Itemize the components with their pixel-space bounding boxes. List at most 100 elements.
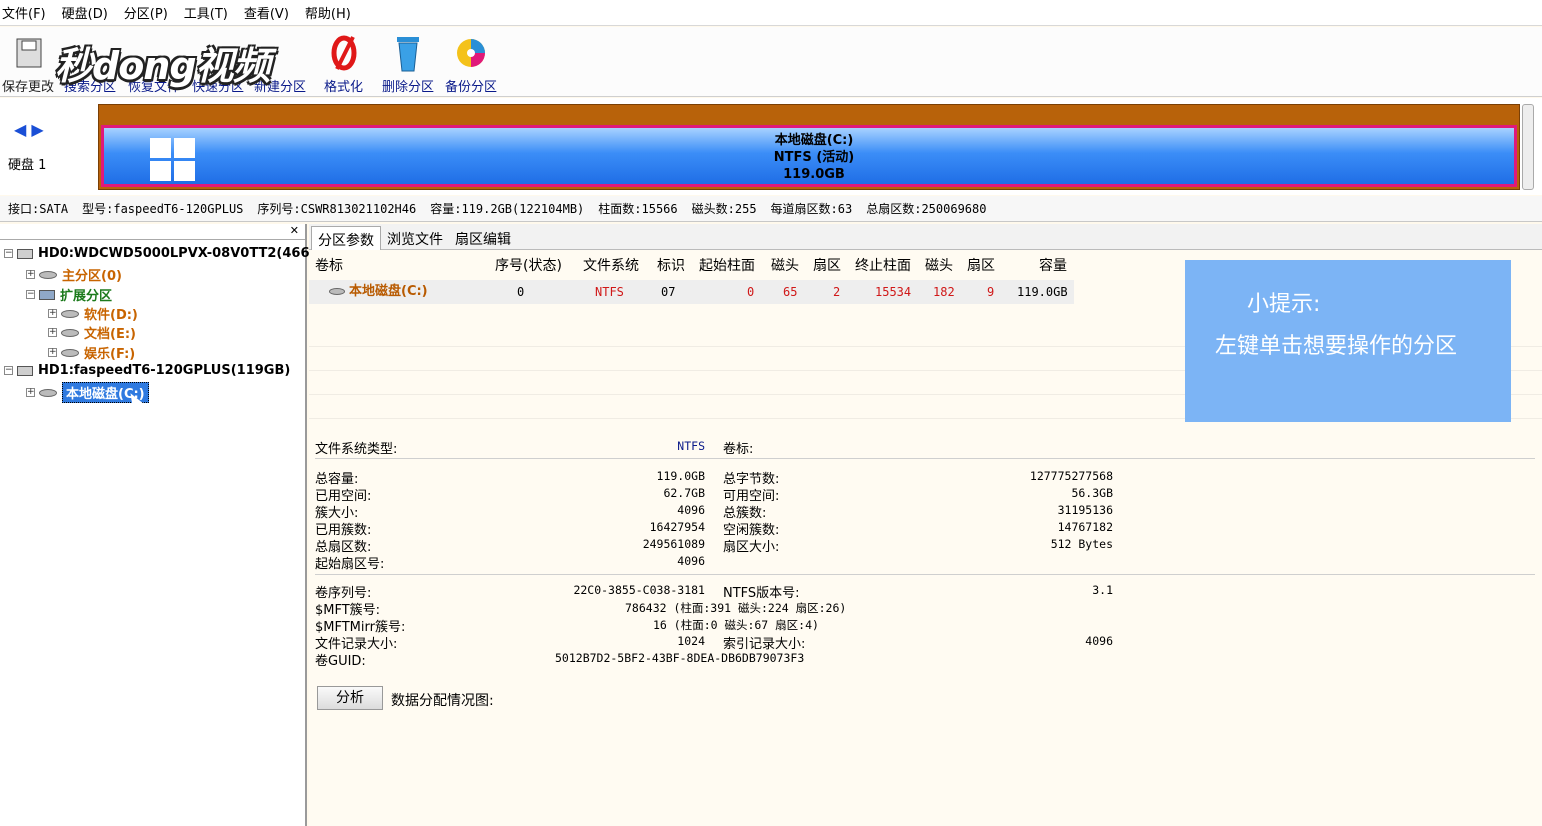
format-icon [327, 33, 361, 73]
tab-partition-params[interactable]: 分区参数 [311, 226, 381, 250]
total-clusters-value: 31195136 [1057, 503, 1113, 517]
close-icon[interactable]: ✕ [290, 224, 299, 237]
disk-info-line: 接口:SATA 型号:faspeedT6-120GPLUS 序列号:CSWR81… [0, 196, 1542, 222]
menu-help[interactable]: 帮助(H) [305, 3, 351, 22]
tab-sector-edit[interactable]: 扇区编辑 [449, 226, 517, 250]
backup-partition-button[interactable]: 备份分区 [445, 33, 497, 95]
disk-map: ◀ ▶ 硬盘 1 本地磁盘(C:) NTFS (活动) 119.0GB [0, 98, 1542, 195]
extended-partition-icon [39, 289, 55, 300]
tree-node-primary[interactable]: + 主分区(0) [26, 265, 122, 284]
disk-model: 型号:faspeedT6-120GPLUS [82, 202, 244, 216]
ntfs-version-label: NTFS版本号: [723, 586, 800, 601]
tip-title: 小提示: [1247, 292, 1321, 317]
sector-size-value: 512 Bytes [1050, 537, 1113, 551]
total-sectors-value: 249561089 [642, 537, 705, 551]
format-button[interactable]: 格式化 [324, 33, 363, 95]
delete-partition-button[interactable]: 删除分区 [382, 33, 434, 95]
divider [315, 574, 1535, 575]
partition-caption: 本地磁盘(C:) NTFS (活动) 119.0GB [724, 132, 904, 183]
disk-nav-arrows[interactable]: ◀ ▶ [14, 120, 44, 139]
row-id: 07 [661, 285, 676, 299]
partition-panel: 分区参数 浏览文件 扇区编辑 卷标 序号(状态) 文件系统 标识 起始柱面 磁头… [309, 224, 1542, 826]
tree-node-hd1[interactable]: − HD1:faspeedT6-120GPLUS(119GB) [4, 363, 290, 378]
used-clusters-value: 16427954 [649, 520, 705, 534]
disk-total-sectors: 总扇区数:250069680 [866, 202, 987, 216]
drive-icon [61, 309, 79, 318]
total-bytes-value: 127775277568 [1029, 469, 1113, 483]
toolbar: 保存更改 搜索分区 恢复文件 快速分区 新建分区 秒dong视频 格式化 删除分… [0, 27, 1542, 97]
partition-name: 本地磁盘(C:) [774, 133, 854, 148]
analyze-button[interactable]: 分析 [317, 686, 383, 710]
collapse-icon[interactable]: − [4, 249, 13, 258]
disk-cylinders: 柱面数:15566 [598, 202, 678, 216]
menu-partition[interactable]: 分区(P) [124, 3, 168, 22]
drive-icon [329, 288, 345, 295]
tip-body: 左键单击想要操作的分区 [1215, 334, 1458, 359]
partition-size: 119.0GB [783, 167, 845, 182]
watermark-logo: 秒dong视频 [55, 44, 271, 88]
volume-guid-value: 5012B7D2-5BF2-43BF-8DEA-DB6DB79073F3 [555, 651, 805, 665]
col-end-cyl[interactable]: 终止柱面 [855, 254, 911, 278]
index-record-size-label: 索引记录大小: [723, 637, 806, 652]
disk-map-scrollbar[interactable] [1522, 104, 1534, 190]
col-volume[interactable]: 卷标 [315, 254, 343, 278]
row-start-cyl: 0 [747, 285, 755, 299]
menu-file[interactable]: 文件(F) [2, 3, 46, 22]
row-index: 0 [517, 285, 525, 299]
collapse-icon[interactable]: − [26, 290, 35, 299]
expand-icon[interactable]: + [48, 309, 57, 318]
col-start-cyl[interactable]: 起始柱面 [699, 254, 755, 278]
tab-browse-files[interactable]: 浏览文件 [381, 226, 449, 250]
menu-bar: 文件(F) 硬盘(D) 分区(P) 工具(T) 查看(V) 帮助(H) [0, 0, 1542, 26]
save-button[interactable]: 保存更改 [2, 33, 54, 95]
expand-icon[interactable]: + [48, 328, 57, 337]
col-end-sector[interactable]: 扇区 [967, 254, 995, 278]
row-capacity: 119.0GB [1017, 285, 1068, 299]
col-start-sector[interactable]: 扇区 [813, 254, 841, 278]
col-start-head[interactable]: 磁头 [771, 254, 799, 278]
windows-logo-icon [150, 138, 196, 182]
volume-serial-value: 22C0-3855-C038-3181 [573, 583, 705, 597]
save-label: 保存更改 [2, 80, 55, 95]
col-id[interactable]: 标识 [657, 254, 685, 278]
menu-disk[interactable]: 硬盘(D) [62, 3, 108, 22]
partition-fs: NTFS (活动) [773, 150, 855, 165]
disk-partition-bar[interactable]: 本地磁盘(C:) NTFS (活动) 119.0GB [98, 104, 1520, 190]
volume-guid-label: 卷GUID: [315, 654, 366, 669]
free-space-value: 56.3GB [1071, 486, 1113, 500]
start-sector-value: 4096 [677, 554, 705, 568]
col-capacity[interactable]: 容量 [1039, 254, 1067, 278]
row-start-sector: 2 [833, 285, 841, 299]
tree-node-software[interactable]: + 软件(D:) [48, 304, 138, 323]
tree-node-fun[interactable]: + 娱乐(F:) [48, 343, 135, 362]
volume-label-label: 卷标: [723, 442, 754, 457]
disk-heads: 磁头数:255 [691, 202, 757, 216]
sector-size-label: 扇区大小: [723, 540, 780, 555]
menu-view[interactable]: 查看(V) [244, 3, 289, 22]
used-space-value: 62.7GB [663, 486, 705, 500]
expand-icon[interactable]: + [26, 270, 35, 279]
free-clusters-value: 14767182 [1057, 520, 1113, 534]
collapse-icon[interactable]: − [4, 366, 13, 375]
row-end-head: 182 [933, 285, 955, 299]
trash-icon [391, 33, 425, 73]
col-end-head[interactable]: 磁头 [925, 254, 953, 278]
table-row[interactable]: 本地磁盘(C:) 0 NTFS 07 0 65 2 15534 182 9 11… [309, 280, 1074, 304]
partition-c-block[interactable]: 本地磁盘(C:) NTFS (活动) 119.0GB [101, 125, 1517, 187]
col-filesystem[interactable]: 文件系统 [583, 254, 639, 278]
tree-node-docs[interactable]: + 文档(E:) [48, 323, 136, 342]
mft-cluster-value: 786432 (柱面:391 磁头:224 扇区:26) [625, 601, 847, 615]
tree-node-hd0[interactable]: − HD0:WDCWD5000LPVX-08V0TT2(466GB) [4, 246, 336, 261]
tree-node-extended[interactable]: − 扩展分区 [26, 285, 112, 304]
backup-partition-label: 备份分区 [445, 80, 498, 95]
expand-icon[interactable]: + [26, 388, 35, 397]
hard-disk-icon [17, 365, 33, 376]
col-index[interactable]: 序号(状态) [495, 254, 562, 278]
expand-icon[interactable]: + [48, 348, 57, 357]
menu-tools[interactable]: 工具(T) [184, 3, 228, 22]
ntfs-version-value: 3.1 [1092, 583, 1113, 597]
row-end-cyl: 15534 [875, 285, 912, 299]
file-record-size-value: 1024 [677, 634, 705, 648]
table-header: 卷标 序号(状态) 文件系统 标识 起始柱面 磁头 扇区 终止柱面 磁头 扇区 … [309, 254, 1079, 278]
tree-header: ✕ [0, 224, 305, 240]
